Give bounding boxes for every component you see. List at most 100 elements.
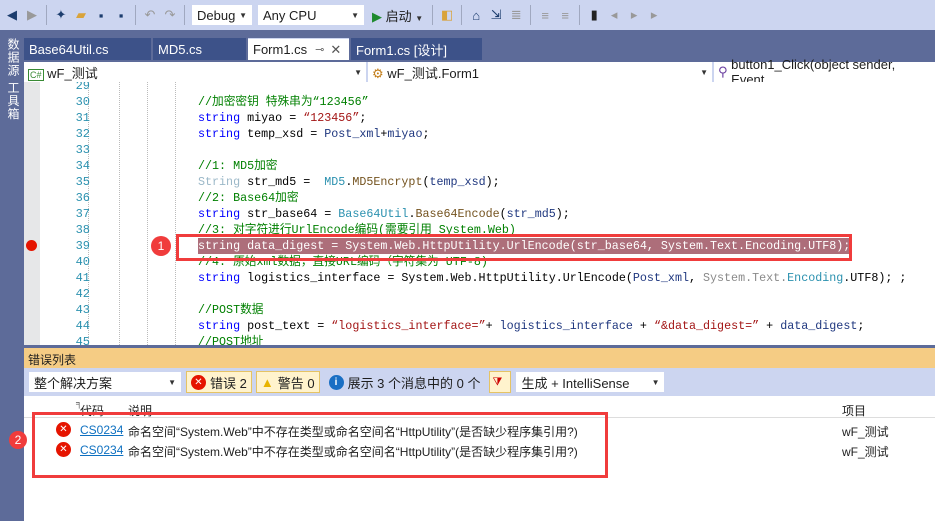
code-line[interactable]: //POST数据 <box>198 302 263 318</box>
uncomment-icon[interactable]: ≡ <box>557 7 573 23</box>
tab-form1[interactable]: Form1.cs ⊸ ✕ <box>248 38 349 60</box>
platform-value: Any CPU <box>263 7 317 23</box>
tab-label: Form1.cs [设计] <box>356 42 448 58</box>
redo-icon[interactable]: ↷ <box>162 7 178 23</box>
close-icon[interactable]: ✕ <box>330 42 341 58</box>
code-token: + <box>759 319 781 333</box>
code-token: temp_xsd = <box>240 127 325 141</box>
code-token: System.Text. <box>703 271 788 285</box>
code-line[interactable]: string logistics_interface = System.Web.… <box>198 270 906 286</box>
clear-bookmark-icon[interactable]: ▸ <box>646 7 662 23</box>
code-token: str_base64 = <box>240 207 339 221</box>
line-number: 38 <box>75 223 90 237</box>
format-icon[interactable]: ≣ <box>508 7 524 23</box>
class-dropdown[interactable]: ⚙ wF_测试.Form1 ▼ <box>368 62 712 82</box>
messages-label: 展示 3 个消息中的 0 个 <box>347 375 481 391</box>
code-line[interactable]: //POST地址 <box>198 334 263 345</box>
save-icon[interactable]: ▪ <box>93 7 109 23</box>
tab-form1-design[interactable]: Form1.cs [设计] <box>351 38 482 60</box>
chevron-down-icon: ▼ <box>239 10 247 20</box>
code-line[interactable]: //1: MD5加密 <box>198 158 277 174</box>
chevron-down-icon: ▼ <box>651 377 660 387</box>
code-token: str_md5 <box>506 207 556 221</box>
new-project-icon[interactable]: ✦ <box>53 7 69 23</box>
chevron-down-icon: ▼ <box>700 67 708 77</box>
code-token: Base64Encode <box>415 207 500 221</box>
divider <box>135 5 136 25</box>
code-line[interactable]: //2: Base64加密 <box>198 190 299 206</box>
code-token: //POST地址 <box>198 335 264 345</box>
config-dropdown[interactable]: Debug ▼ <box>191 4 253 26</box>
line-number: 30 <box>75 95 90 109</box>
event-icon: ⚲ <box>718 64 728 79</box>
browser-icon[interactable]: ⌂ <box>468 7 484 23</box>
code-line[interactable]: string post_text = “logistics_interface=… <box>198 318 864 334</box>
clear-filter-button[interactable]: ⧩ <box>489 371 512 393</box>
breakpoint-icon[interactable] <box>26 240 37 251</box>
open-folder-icon[interactable]: ▰ <box>73 7 89 23</box>
errors-filter-button[interactable]: ✕ 错误 2 <box>186 371 252 393</box>
tab-md5[interactable]: MD5.cs <box>153 38 246 60</box>
bookmark-icon[interactable]: ▮ <box>586 7 602 23</box>
line-number: 29 <box>75 82 90 93</box>
divider <box>432 5 434 25</box>
start-button[interactable]: ▶ 启动 ▼ <box>369 6 426 25</box>
csharp-icon: C# <box>28 68 44 81</box>
code-token: //POST数据 <box>198 303 264 317</box>
divider <box>579 5 581 25</box>
member-dropdown[interactable]: ⚲ button1_Click(object sender, Event <box>714 57 935 87</box>
next-bookmark-icon[interactable]: ▸ <box>626 7 642 23</box>
chevron-down-icon: ▼ <box>351 10 359 20</box>
tab-base64util[interactable]: Base64Util.cs <box>24 38 151 60</box>
play-icon: ▶ <box>372 8 382 24</box>
highlight-box-2 <box>32 412 608 478</box>
indent-guide <box>147 82 148 345</box>
code-token: logistics_interface <box>499 319 633 333</box>
code-token: string <box>198 111 241 125</box>
column-header-project[interactable]: 项目 <box>842 402 866 419</box>
code-editor[interactable]: 29 30 //加密密钥 特殊串为“123456” 31 string miyao = … <box>24 82 935 345</box>
code-token: + <box>632 319 654 333</box>
document-tabs: Base64Util.cs MD5.cs Form1.cs ⊸ ✕ Form1.cs… <box>24 38 484 60</box>
back-icon[interactable]: ◀ <box>4 7 20 23</box>
error-icon: ✕ <box>191 374 206 390</box>
prev-bookmark-icon[interactable]: ◂ <box>606 7 622 23</box>
forward-icon[interactable]: ▶ <box>24 7 40 23</box>
code-token: , <box>688 271 703 285</box>
code-line[interactable]: string temp_xsd = Post_xml+miyao; <box>198 126 429 142</box>
code-token: string <box>198 127 241 141</box>
chevron-down-icon: ▼ <box>168 377 176 387</box>
code-token: string <box>198 207 241 221</box>
warnings-filter-button[interactable]: ▲ 警告 0 <box>255 371 320 393</box>
highlight-box-1 <box>176 234 852 261</box>
code-token: .UTF8); ; <box>843 271 907 285</box>
line-number: 41 <box>75 271 90 285</box>
code-line[interactable]: String str_md5 = MD5.MD5Encrypt(temp_xsd… <box>198 174 500 190</box>
errors-label: 错误 2 <box>210 375 247 391</box>
save-all-icon[interactable]: ▪ <box>113 7 129 23</box>
error-project: wF_测试 <box>842 445 889 459</box>
pin-icon[interactable]: ⊸ <box>315 43 324 56</box>
code-token: temp_xsd <box>429 175 486 189</box>
line-number: 45 <box>75 335 90 345</box>
code-token: str_md5 = <box>240 175 325 189</box>
chevron-down-icon: ▼ <box>354 67 362 77</box>
step-icon[interactable]: ⇲ <box>488 7 504 23</box>
messages-filter-button[interactable]: i 展示 3 个消息中的 0 个 <box>323 371 486 393</box>
code-line[interactable]: string miyao = “123456”; <box>198 110 366 126</box>
undo-icon[interactable]: ↶ <box>142 7 158 23</box>
code-token: “logistics_interface=” <box>331 319 486 333</box>
code-token: ; <box>857 319 865 333</box>
build-filter-dropdown[interactable]: 生成 + IntelliSense ▼ <box>515 371 666 393</box>
find-icon[interactable]: ◧ <box>439 7 455 23</box>
code-token: “&data_digest=” <box>653 319 760 333</box>
code-line[interactable]: string str_base64 = Base64Util.Base64Enc… <box>198 206 570 222</box>
breakpoint-gutter[interactable] <box>24 82 40 345</box>
chevron-down-icon: ▼ <box>415 13 424 23</box>
platform-dropdown[interactable]: Any CPU ▼ <box>257 4 365 26</box>
comment-icon[interactable]: ≡ <box>537 7 553 23</box>
project-dropdown[interactable]: C# wF_测试 ▼ <box>24 62 366 82</box>
code-line[interactable]: //加密密钥 特殊串为“123456” <box>198 94 369 110</box>
code-token: ); <box>485 175 500 189</box>
scope-dropdown[interactable]: 整个解决方案 ▼ <box>28 371 182 393</box>
